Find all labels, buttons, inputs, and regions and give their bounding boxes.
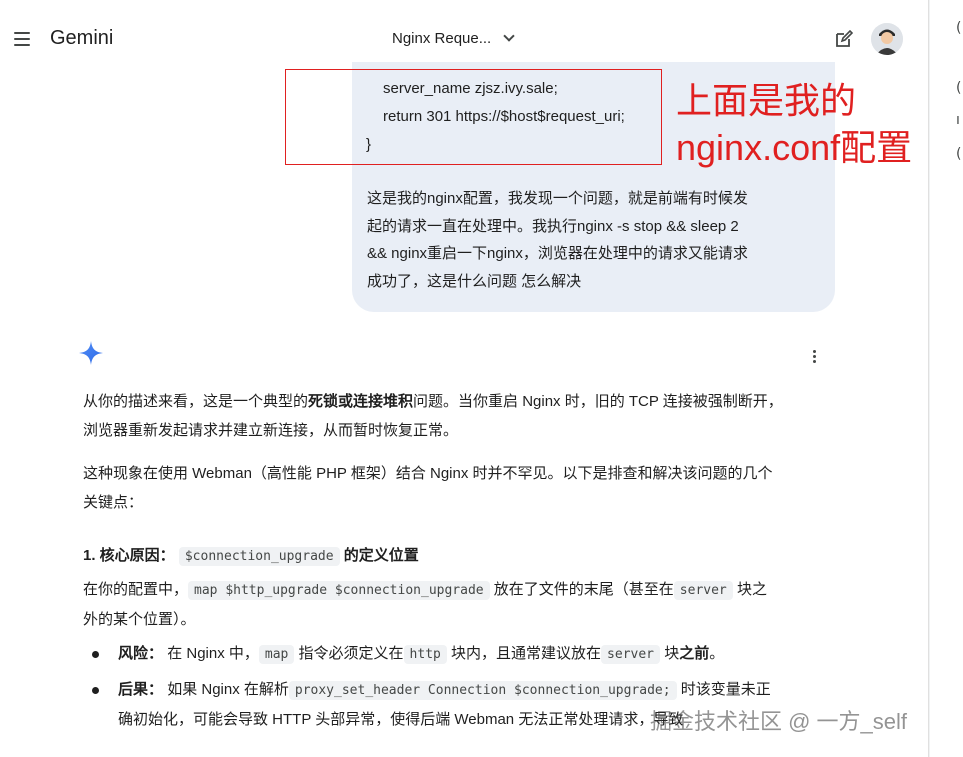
side-glyph-4: ( bbox=[956, 146, 962, 162]
side-glyph-2: ( bbox=[956, 80, 962, 96]
menu-icon[interactable] bbox=[12, 29, 32, 49]
bullet-dot bbox=[92, 651, 99, 658]
annotation-text-line2: nginx.conf配置 bbox=[676, 127, 913, 168]
user-message-text: 这是我的nginx配置，我发现一个问题，就是前端有时候发 起的请求一直在处理中。… bbox=[367, 185, 787, 295]
inline-code: server bbox=[601, 645, 661, 664]
inline-code: map $http_upgrade $connection_upgrade bbox=[188, 581, 490, 600]
inline-code: http bbox=[403, 645, 447, 664]
sparkle-icon bbox=[79, 341, 103, 365]
inline-code: map bbox=[258, 645, 295, 664]
watermark: 掘金技术社区 @ 一方_self bbox=[650, 709, 908, 734]
user-text-line: 起的请求一直在处理中。我执行nginx -s stop && sleep 2 bbox=[367, 217, 739, 235]
response-paragraph-2: 这种现象在使用 Webman（高性能 PHP 框架）结合 Nginx 时并不罕见… bbox=[83, 465, 773, 511]
avatar[interactable] bbox=[871, 23, 903, 55]
response-paragraph-3: 在你的配置中， map $http_upgrade $connection_upg… bbox=[83, 581, 767, 628]
conversation-title: Nginx Reque... bbox=[392, 30, 492, 47]
inline-code: proxy_set_header Connection $connection_… bbox=[288, 681, 677, 700]
section-heading: 1. 核心原因： $connection_upgrade 的定义位置 bbox=[83, 547, 419, 566]
bullet-dot bbox=[92, 687, 99, 694]
app-title: Gemini bbox=[50, 27, 114, 49]
chevron-down-icon bbox=[503, 30, 515, 42]
user-text-line: && nginx重启一下nginx，浏览器在处理中的请求又能请求 bbox=[367, 245, 748, 262]
side-glyph-1: ( bbox=[956, 20, 962, 36]
side-glyph-3: ı bbox=[956, 112, 960, 128]
response-paragraph-1: 从你的描述来看，这是一个典型的死锁或连接堆积问题。当你重启 Nginx 时，旧的… bbox=[83, 393, 783, 439]
edit-icon[interactable] bbox=[835, 30, 853, 48]
more-vert-icon[interactable] bbox=[808, 348, 822, 364]
annotation-highlight-box bbox=[285, 69, 662, 165]
conversation-title-dropdown[interactable]: Nginx Reque... bbox=[392, 30, 515, 47]
bullet-item-risk: 风险： 在 Nginx 中， map 指令必须定义在 http 块内，且通常建议放在… bbox=[118, 645, 725, 664]
inline-code: $connection_upgrade bbox=[178, 547, 340, 566]
user-text-line: 这是我的nginx配置，我发现一个问题，就是前端有时候发 bbox=[367, 190, 748, 207]
inline-code: server bbox=[673, 581, 733, 600]
annotation-text-line1: 上面是我的 bbox=[676, 80, 857, 121]
user-text-line: 成功了，这是什么问题 怎么解决 bbox=[367, 272, 582, 290]
